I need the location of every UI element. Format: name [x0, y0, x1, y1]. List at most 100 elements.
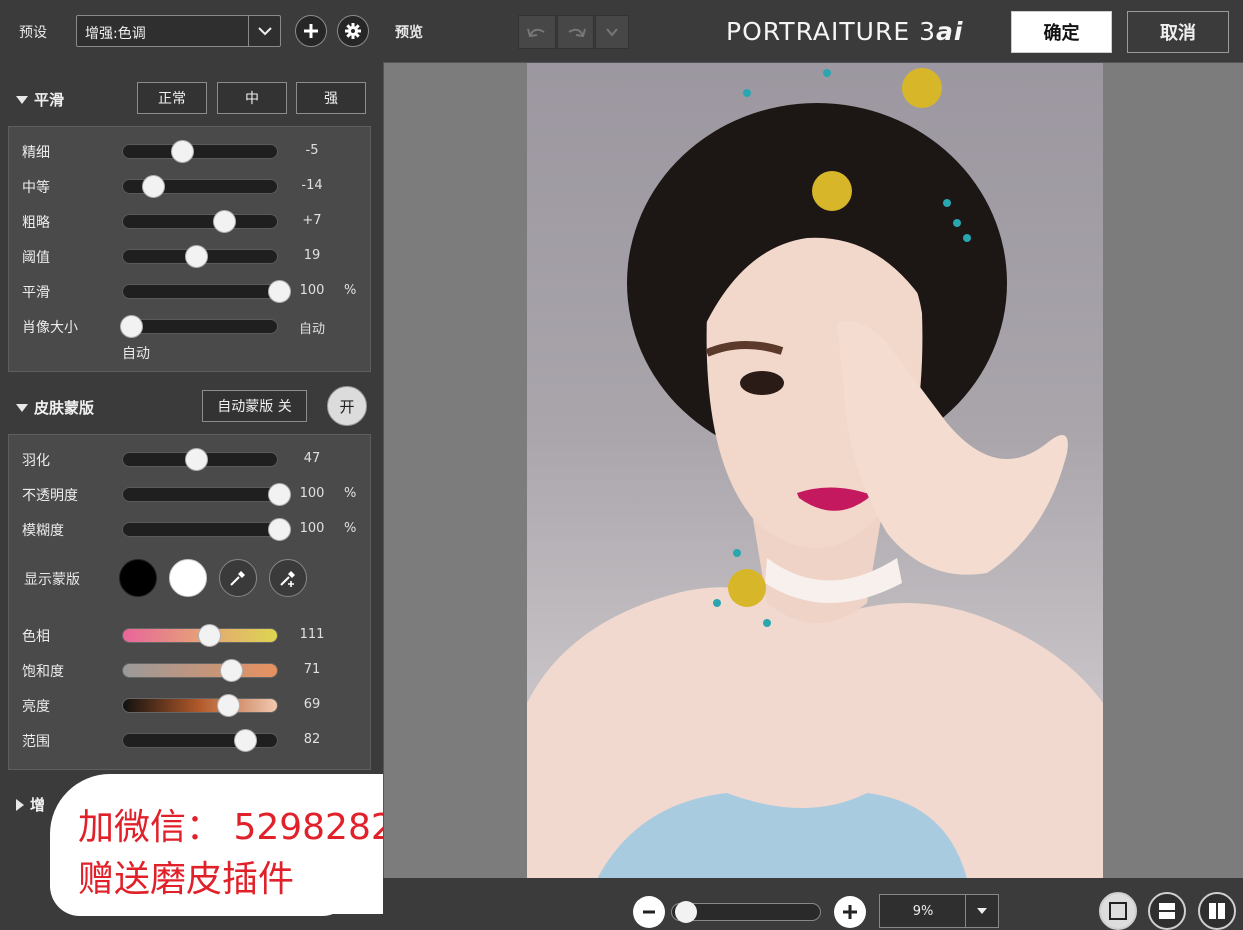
slider-track[interactable]: [122, 210, 278, 233]
slider-value: 69: [303, 697, 321, 712]
slider-value: 111: [299, 627, 325, 642]
smoothing-slider-row: 精细 -5: [9, 139, 372, 163]
slider-track[interactable]: [122, 659, 278, 682]
slider-track[interactable]: [122, 140, 278, 163]
enhance-section-toggle[interactable]: 增: [16, 794, 45, 815]
slider-value: 100: [299, 521, 325, 536]
slider-track[interactable]: [122, 694, 278, 717]
slider-knob[interactable]: [141, 175, 165, 198]
zoom-slider[interactable]: [671, 901, 821, 923]
smoothing-medium-button[interactable]: 中: [217, 82, 287, 114]
slider-knob[interactable]: [219, 659, 243, 682]
skin-mask-section-toggle[interactable]: 皮肤蒙版: [16, 397, 94, 418]
slider-value: +7: [302, 213, 322, 228]
chevron-down-icon[interactable]: [248, 16, 280, 46]
preset-dropdown[interactable]: 增强:色调: [76, 15, 281, 47]
slider-label: 模糊度: [22, 523, 64, 539]
zoom-out-button[interactable]: [633, 896, 665, 928]
slider-track[interactable]: [122, 729, 278, 752]
slider-label: 不透明度: [22, 488, 78, 504]
mask-black-swatch[interactable]: [119, 559, 157, 597]
skin-mask-panel: 显示蒙版 羽化 47 不透明度 100% 模糊度 100% 色相 111 饱和度 71 亮度 69 范围…: [8, 434, 371, 770]
add-preset-button[interactable]: [295, 15, 327, 47]
history-dropdown[interactable]: [595, 15, 629, 49]
settings-panel: 预设 增强:色调 平滑 正常 中 强 自动 精细 -5 中等 -14 粗略 +7…: [0, 0, 485, 930]
color-slider-row: 范围 82: [9, 728, 372, 752]
slider-knob[interactable]: [171, 140, 195, 163]
zoom-level-field[interactable]: 9%: [879, 894, 999, 928]
slider-knob[interactable]: [216, 694, 240, 717]
slider-track[interactable]: [122, 518, 291, 541]
redo-button[interactable]: [557, 15, 594, 49]
single-view-button[interactable]: [1099, 892, 1137, 930]
smoothing-normal-button[interactable]: 正常: [137, 82, 207, 114]
mask-slider-row: 羽化 47: [9, 447, 372, 471]
split-horizontal-button[interactable]: [1148, 892, 1186, 930]
split-horizontal-icon: [1159, 903, 1175, 919]
split-vertical-button[interactable]: [1198, 892, 1236, 930]
slider-knob[interactable]: [185, 448, 209, 471]
color-slider-row: 色相 111: [9, 623, 372, 647]
preview-label: 预览: [395, 25, 423, 41]
slider-value: 19: [303, 248, 321, 263]
slider-value: 82: [303, 732, 321, 747]
slider-track[interactable]: [122, 483, 291, 506]
slider-track[interactable]: [119, 315, 278, 338]
smoothing-strong-button[interactable]: 强: [296, 82, 366, 114]
smoothing-title: 平滑: [34, 91, 65, 109]
skin-mask-title: 皮肤蒙版: [34, 399, 95, 417]
auto-mask-button[interactable]: 自动蒙版 关: [202, 390, 307, 422]
slider-knob[interactable]: [119, 315, 143, 338]
eyedropper-add-button[interactable]: [269, 559, 307, 597]
slider-track[interactable]: [122, 175, 278, 198]
portrait-photo: [527, 63, 1103, 879]
slider-label: 肖像大小: [22, 320, 78, 336]
slider-knob[interactable]: [268, 280, 291, 303]
slider-value: 100: [299, 486, 325, 501]
triangle-down-icon: [16, 95, 28, 104]
brand-logo: PORTRAITURE 3ai: [726, 17, 963, 46]
slider-knob[interactable]: [268, 518, 291, 541]
smoothing-slider-row: 阈值 19: [9, 244, 372, 268]
cancel-button[interactable]: 取消: [1127, 11, 1229, 53]
undo-icon: [527, 28, 545, 38]
auto-mask-on-button[interactable]: 开: [327, 386, 367, 426]
slider-unit: %: [344, 486, 357, 501]
eyedropper-button[interactable]: [219, 559, 257, 597]
slider-knob[interactable]: [197, 624, 221, 647]
slider-value: -14: [301, 178, 323, 193]
slider-knob[interactable]: [233, 729, 257, 752]
smoothing-slider-row: 平滑 100%: [9, 279, 372, 303]
show-mask-label: 显示蒙版: [24, 572, 80, 588]
slider-track[interactable]: [122, 280, 291, 303]
color-slider-row: 饱和度 71: [9, 658, 372, 682]
slider-track[interactable]: [122, 624, 278, 647]
slider-track[interactable]: [122, 448, 278, 471]
slider-knob[interactable]: [213, 210, 237, 233]
brand-name: PORTRAITURE 3: [726, 17, 936, 46]
slider-label: 中等: [22, 180, 50, 196]
preset-settings-button[interactable]: [337, 15, 369, 47]
undo-button[interactable]: [518, 15, 556, 49]
watermark-line-2: 赠送磨皮插件: [78, 859, 295, 900]
ok-button[interactable]: 确定: [1011, 11, 1112, 53]
zoom-in-button[interactable]: [834, 896, 866, 928]
slider-label: 阈值: [22, 250, 50, 266]
zoom-slider-knob[interactable]: [675, 901, 697, 923]
chevron-down-icon[interactable]: [965, 895, 998, 927]
preview-area[interactable]: [383, 62, 1243, 879]
smoothing-section-toggle[interactable]: 平滑: [16, 89, 64, 110]
slider-knob[interactable]: [185, 245, 209, 268]
preset-value: 增强:色调: [85, 26, 146, 42]
slider-label: 精细: [22, 145, 50, 161]
slider-unit: %: [344, 521, 357, 536]
triangle-down-icon: [16, 403, 28, 412]
mask-white-swatch[interactable]: [169, 559, 207, 597]
portrait-size-caption: 自动: [122, 346, 150, 362]
redo-icon: [567, 28, 586, 38]
plus-icon: [843, 905, 857, 919]
top-bar: 预览 PORTRAITURE 3ai 确定 取消: [383, 0, 1243, 62]
mask-slider-row: 模糊度 100%: [9, 517, 372, 541]
slider-track[interactable]: [122, 245, 278, 268]
slider-knob[interactable]: [268, 483, 291, 506]
